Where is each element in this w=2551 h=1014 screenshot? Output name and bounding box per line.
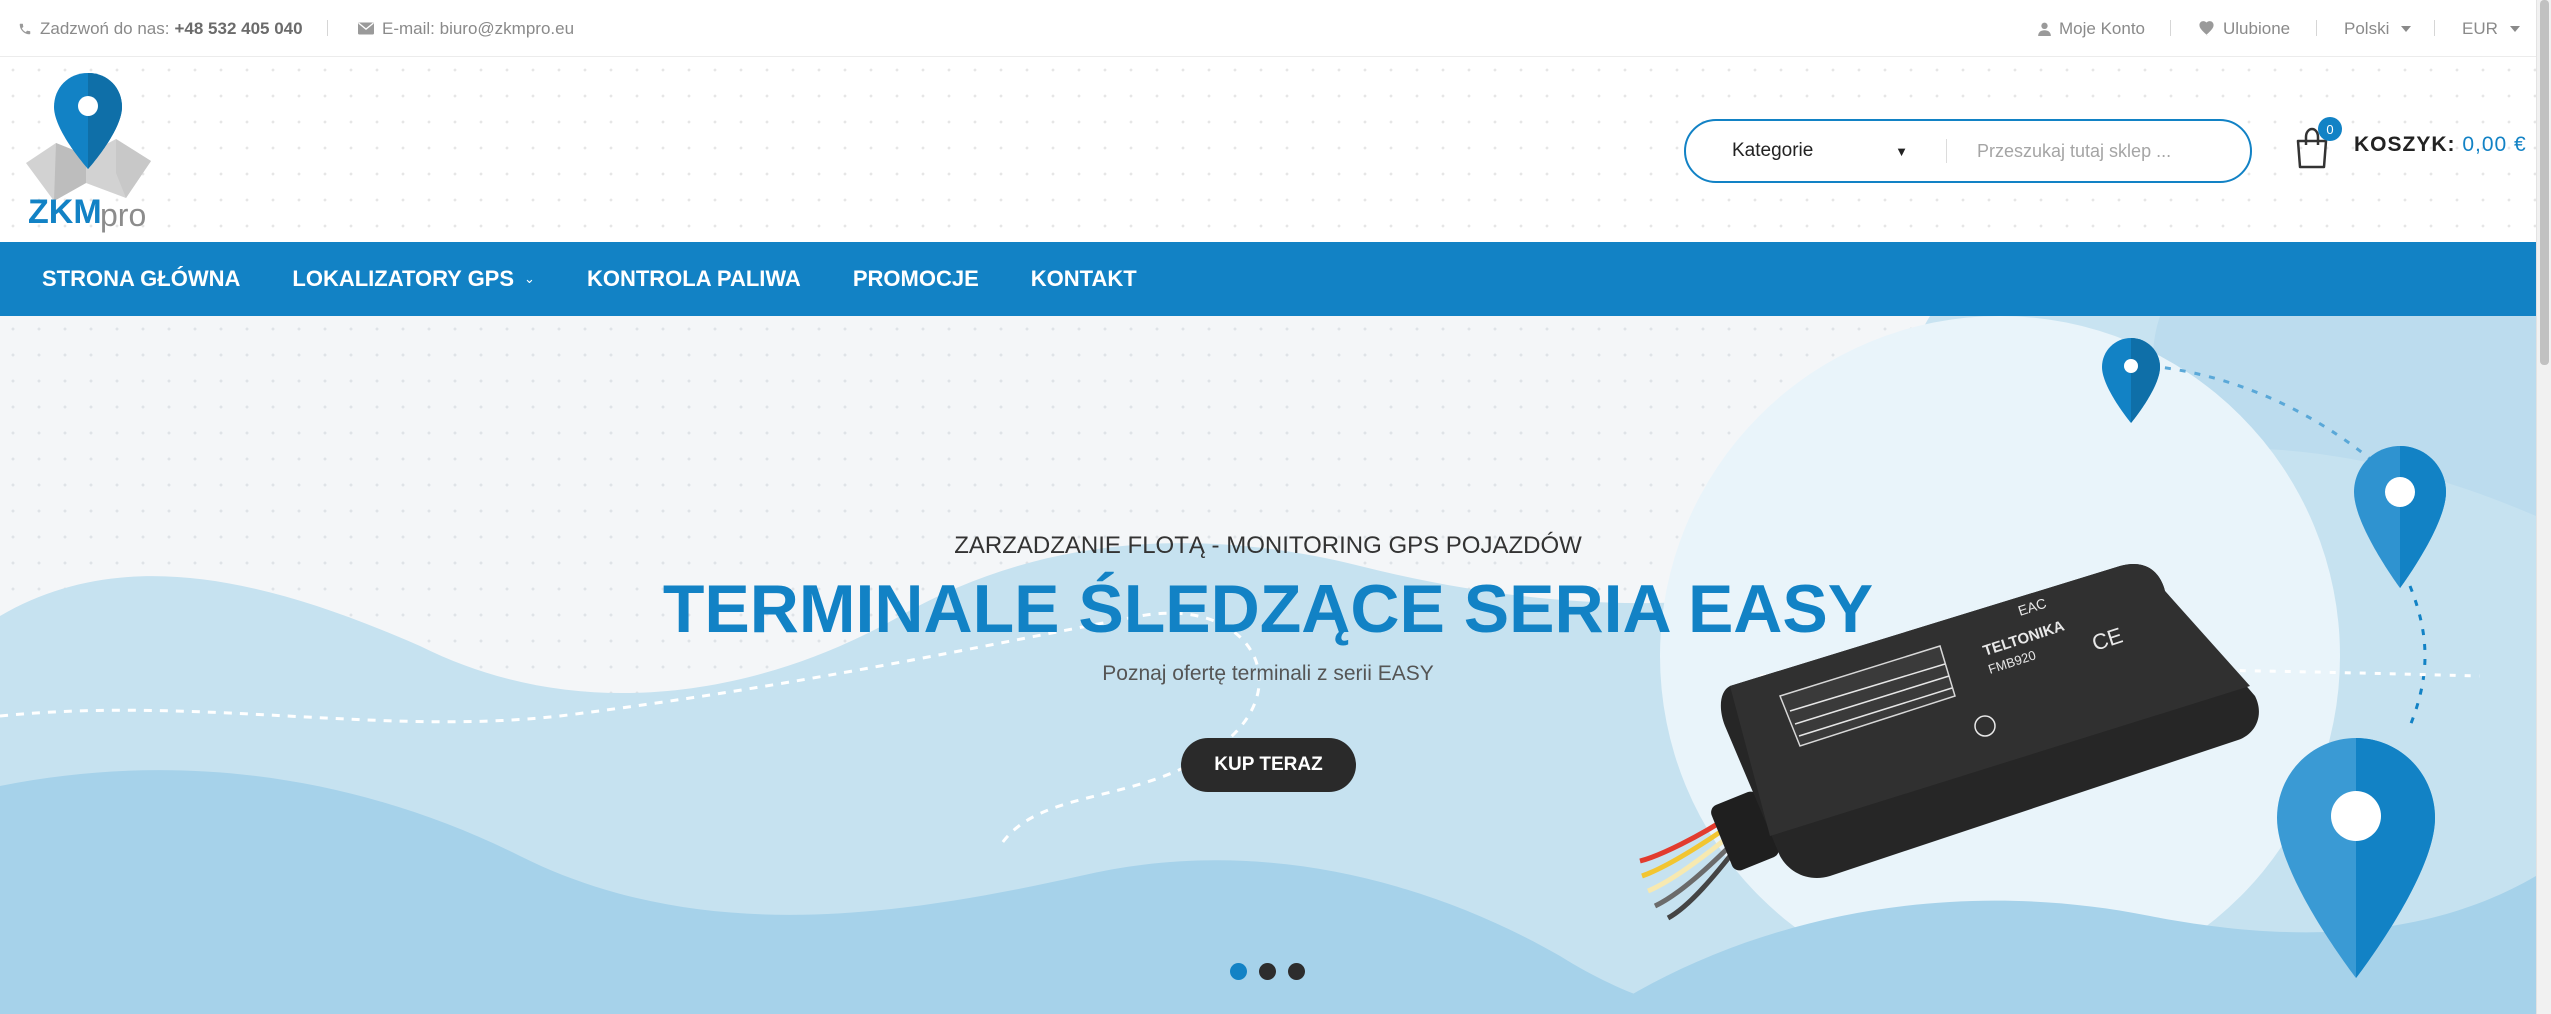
- wishlist-label: Ulubione: [2223, 18, 2291, 38]
- category-select[interactable]: Kategorie ▼: [1686, 140, 1946, 162]
- nav-item-fuel-control[interactable]: KONTROLA PALIWA: [587, 266, 801, 292]
- chevron-down-icon: [2401, 25, 2412, 32]
- language-label: Polski: [2344, 18, 2390, 38]
- nav-label: LOKALIZATORY GPS: [292, 266, 515, 291]
- divider: [2316, 20, 2317, 36]
- currency-label: EUR: [2462, 18, 2498, 38]
- nav-item-contact[interactable]: KONTAKT: [1031, 266, 1137, 292]
- user-icon: [2038, 22, 2051, 36]
- heart-icon: [2199, 21, 2214, 36]
- search-bar: Kategorie ▼: [1684, 119, 2252, 183]
- phone-contact[interactable]: Zadzwoń do nas: +48 532 405 040: [18, 0, 303, 57]
- scrollbar-thumb[interactable]: [2540, 0, 2549, 365]
- search-input[interactable]: [1947, 139, 2250, 163]
- phone-icon: [19, 23, 31, 34]
- email-contact[interactable]: E-mail: biuro@zkmpro.eu: [358, 0, 574, 57]
- hero-slider: TELTONIKA FMB920 CE EAC ZARZADZANIE FLOT…: [0, 316, 2536, 1014]
- zkmpro-logo[interactable]: ZKM pro: [16, 73, 156, 233]
- nav-item-promotions[interactable]: PROMOCJE: [853, 266, 979, 292]
- slider-dot-2[interactable]: [1259, 963, 1276, 980]
- buy-now-button[interactable]: KUP TERAZ: [1181, 738, 1356, 792]
- nav-label: KONTROLA PALIWA: [586, 266, 801, 291]
- chevron-down-icon: [2509, 25, 2520, 32]
- hero-description: Poznaj ofertę terminali z serii EASY: [1102, 662, 1434, 685]
- svg-text:pro: pro: [100, 197, 146, 233]
- account-label: Moje Konto: [2059, 18, 2145, 38]
- currency-select[interactable]: EUR: [2462, 0, 2520, 57]
- site-header: ZKM pro Kategorie ▼ 0 KOSZYK: 0,00 €: [0, 57, 2536, 242]
- wishlist-link[interactable]: Ulubione: [2198, 0, 2290, 57]
- slider-dot-1[interactable]: [1230, 963, 1247, 980]
- chevron-down-icon: ⌄: [524, 271, 535, 286]
- divider: [327, 20, 328, 36]
- top-bar: Zadzwoń do nas: +48 532 405 040 E-mail: …: [0, 0, 2536, 57]
- language-select[interactable]: Polski: [2344, 0, 2412, 57]
- cart-count-badge: 0: [2318, 117, 2342, 141]
- caret-down-icon: ▼: [1895, 143, 1908, 159]
- svg-text:ZKM: ZKM: [28, 193, 102, 231]
- page-scrollbar[interactable]: [2536, 0, 2551, 1014]
- divider: [2170, 20, 2171, 36]
- nav-item-home[interactable]: STRONA GŁÓWNA: [42, 266, 240, 292]
- cart-label: KOSZYK:: [2354, 133, 2456, 156]
- main-nav: STRONA GŁÓWNA LOKALIZATORY GPS ⌄ KONTROLA…: [0, 242, 2536, 316]
- email-text: E-mail: biuro@zkmpro.eu: [382, 18, 575, 38]
- cart-amount: 0,00 €: [2462, 133, 2527, 156]
- nav-label: PROMOCJE: [852, 266, 979, 291]
- cart-summary[interactable]: KOSZYK: 0,00 €: [2354, 133, 2527, 157]
- envelope-icon: [358, 22, 374, 35]
- category-label: Kategorie: [1732, 140, 1814, 161]
- slider-dots: [1230, 963, 1317, 980]
- hero-subtitle: ZARZADZANIE FLOTĄ - MONITORING GPS POJAZ…: [954, 532, 1582, 559]
- phone-label: Zadzwoń do nas:: [40, 18, 170, 38]
- nav-label: STRONA GŁÓWNA: [42, 266, 241, 291]
- hero-title: TERMINALE ŚLEDZĄCE SERIA EASY: [662, 571, 1874, 647]
- nav-item-gps-trackers[interactable]: LOKALIZATORY GPS ⌄: [292, 266, 535, 292]
- slider-dot-3[interactable]: [1288, 963, 1305, 980]
- nav-label: KONTAKT: [1030, 266, 1137, 291]
- account-link[interactable]: Moje Konto: [2038, 0, 2145, 57]
- divider: [2434, 20, 2435, 36]
- phone-number[interactable]: +48 532 405 040: [174, 19, 302, 39]
